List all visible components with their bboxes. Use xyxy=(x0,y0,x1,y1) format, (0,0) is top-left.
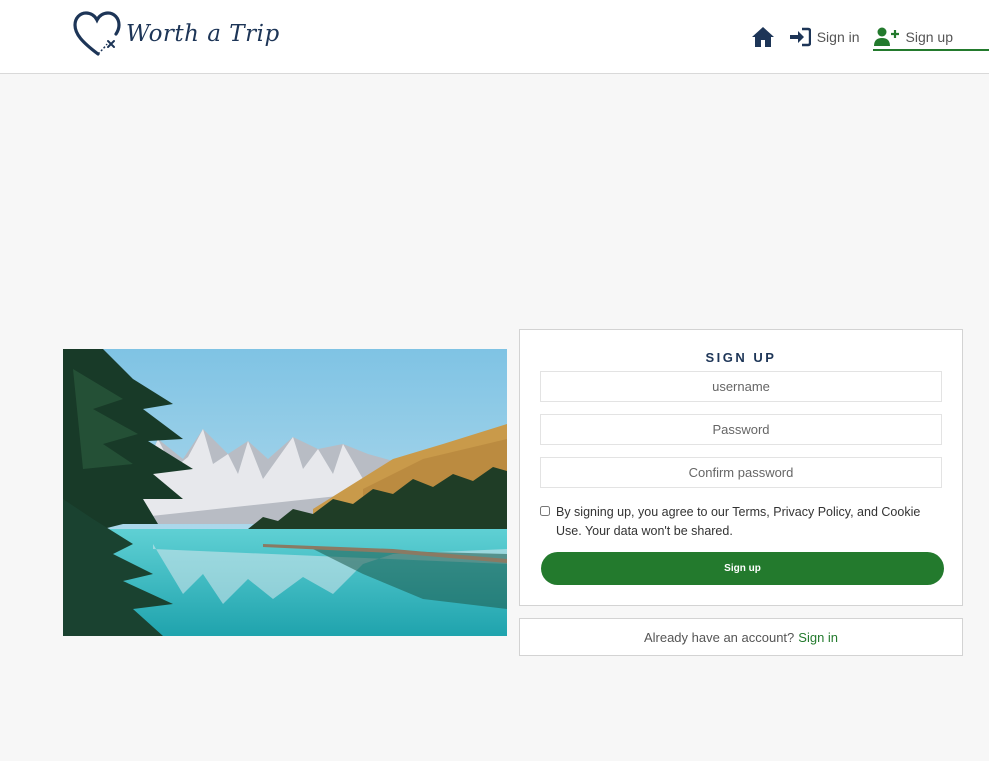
brand-logo[interactable]: Worth a Trip xyxy=(72,10,280,58)
main-nav: Sign in Sign up xyxy=(751,0,989,74)
signup-button[interactable]: Sign up xyxy=(541,552,944,585)
nav-signup-label: Sign up xyxy=(905,29,953,45)
brand-name: Worth a Trip xyxy=(126,21,280,47)
signup-card: SIGN UP By signing up, you agree to our … xyxy=(519,329,963,606)
nav-signup[interactable]: Sign up xyxy=(872,0,989,74)
navbar: Worth a Trip Sign in Sign up xyxy=(0,0,989,74)
password-input[interactable] xyxy=(540,414,942,445)
terms-agreement: By signing up, you agree to our Terms, P… xyxy=(540,503,945,541)
confirm-password-input[interactable] xyxy=(540,457,942,488)
signin-prompt-card: Already have an account? Sign in xyxy=(519,618,963,656)
signin-link[interactable]: Sign in xyxy=(798,630,838,645)
terms-text: By signing up, you agree to our Terms, P… xyxy=(556,505,921,538)
home-icon xyxy=(751,27,774,47)
heart-logo-icon xyxy=(73,11,121,56)
signup-title: SIGN UP xyxy=(705,350,777,365)
nav-signin-label: Sign in xyxy=(816,29,860,45)
user-plus-icon xyxy=(873,27,899,46)
lake-mountain-photo xyxy=(63,349,507,636)
terms-checkbox[interactable] xyxy=(540,506,550,516)
sign-in-icon xyxy=(789,27,811,47)
signin-prompt-text: Already have an account? xyxy=(643,629,795,645)
username-input[interactable] xyxy=(540,371,942,402)
nav-home[interactable] xyxy=(751,0,775,74)
nav-signin[interactable]: Sign in xyxy=(789,0,860,74)
